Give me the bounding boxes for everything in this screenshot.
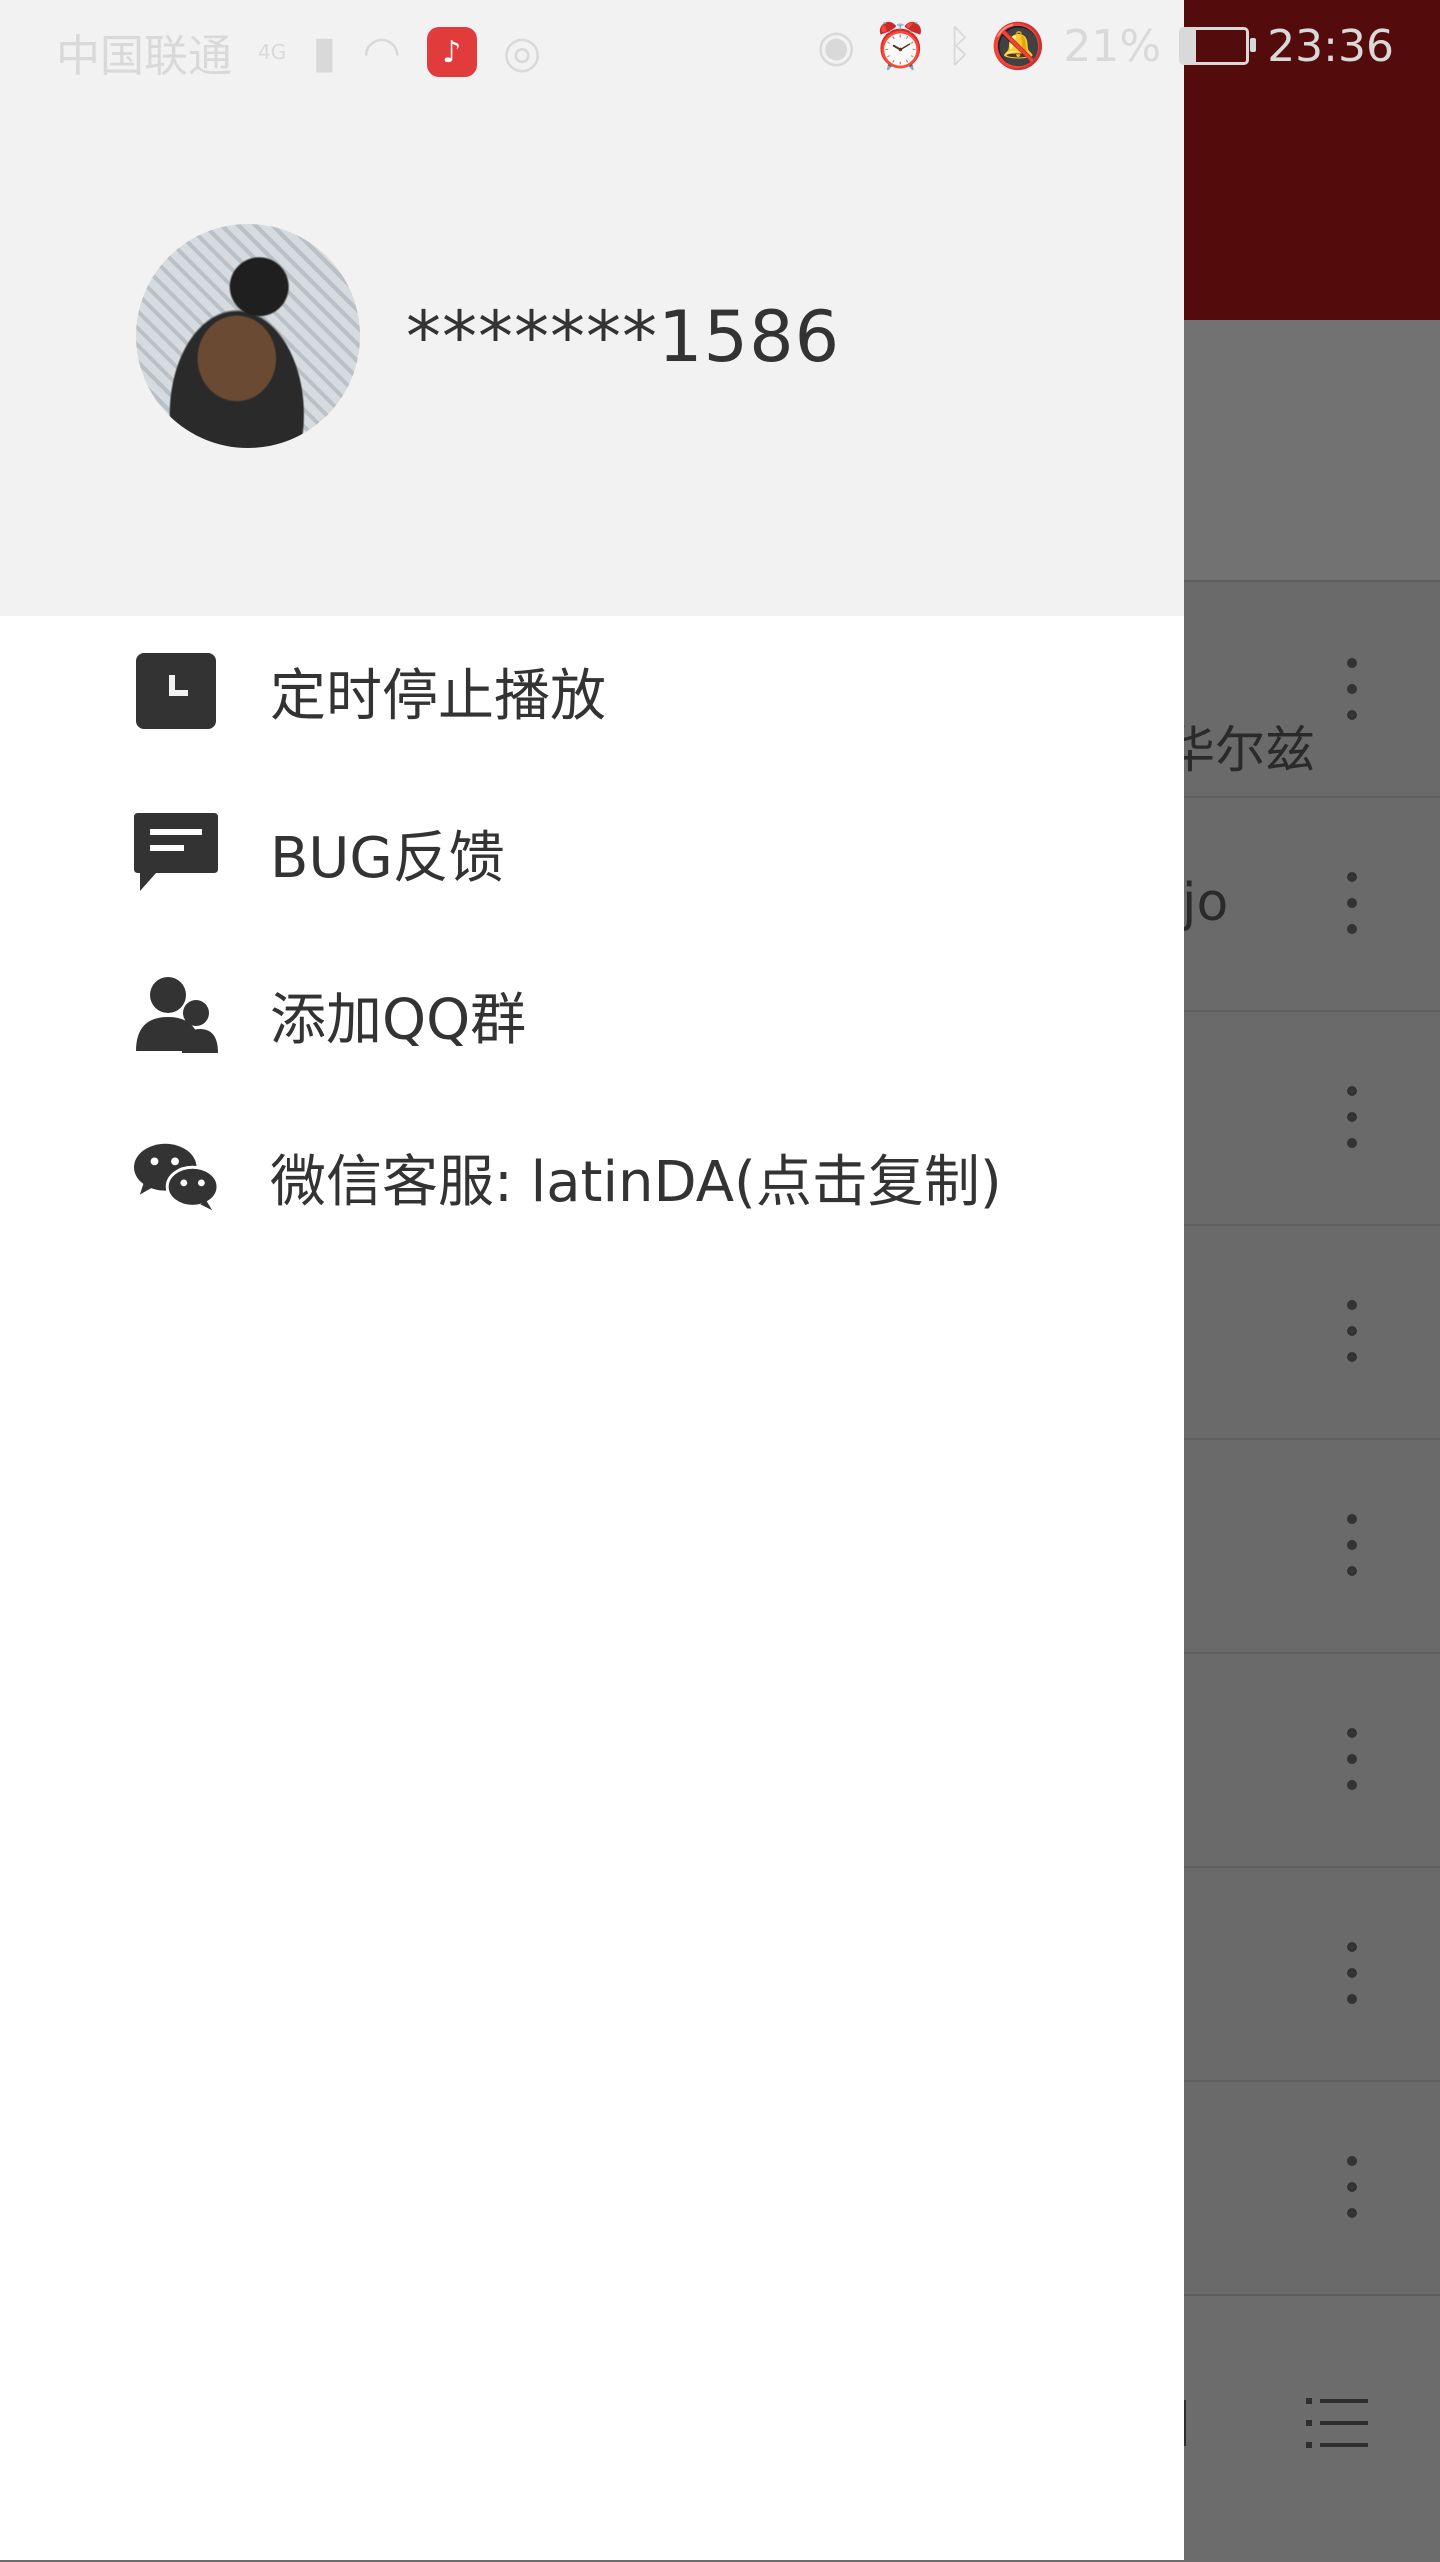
timer-icon [134,649,218,733]
username: *******1586 [406,296,841,378]
wifi-icon: ◠ [362,26,401,78]
bluetooth-icon: ᛒ [946,20,973,72]
playlist-icon[interactable] [1306,2396,1368,2450]
status-right: ◉ ⏰ ᛒ 🔕 21% 23:36 [816,20,1394,73]
menu-item-qq-group[interactable]: 添加QQ群 [0,940,1184,1090]
more-options-icon[interactable] [1342,1942,1362,2004]
status-bar: 中国联通 4G ▮ ◠ ♪ ◎ ◉ ⏰ ᛒ 🔕 21% 23:36 [0,0,1440,100]
feedback-icon [134,811,218,895]
more-options-icon[interactable] [1342,2156,1362,2218]
battery-percent: 21% [1063,20,1162,72]
more-options-icon[interactable] [1342,1086,1362,1148]
more-options-icon[interactable] [1342,1514,1362,1576]
more-options-icon[interactable] [1342,1300,1362,1362]
status-left: 中国联通 4G ▮ ◠ ♪ ◎ [56,20,541,84]
menu-item-label: BUG反馈 [270,825,505,891]
menu-item-wechat-support[interactable]: 微信客服: latinDA(点击复制) [0,1102,1184,1252]
more-options-icon[interactable] [1342,872,1362,934]
clock: 23:36 [1267,20,1394,72]
hotspot-icon: ◎ [502,26,542,78]
navigation-drawer: *******1586 定时停止播放 BUG反馈 添加QQ群 微信客服: lat… [0,0,1184,2560]
carrier-name: 中国联通 [56,31,232,82]
avatar[interactable] [136,224,360,448]
menu-item-timer[interactable]: 定时停止播放 [0,616,1184,766]
music-app-icon: ♪ [426,27,477,77]
battery-icon [1179,27,1257,65]
menu-item-feedback[interactable]: BUG反馈 [0,778,1184,928]
mute-icon: 🔕 [990,21,1046,72]
menu-item-label: 定时停止播放 [270,663,606,729]
group-icon [134,973,218,1057]
more-options-icon[interactable] [1342,1728,1362,1790]
alarm-icon: ⏰ [873,21,929,72]
signal-icon: ▮ [312,26,337,78]
menu-item-label: 添加QQ群 [270,987,527,1053]
more-options-icon[interactable] [1342,658,1362,720]
eye-icon: ◉ [816,20,856,72]
network-type: 4G [258,40,287,64]
list-item-title: jo [1182,873,1229,933]
menu-item-label: 微信客服: latinDA(点击复制) [270,1149,1002,1215]
wechat-icon [134,1135,218,1219]
